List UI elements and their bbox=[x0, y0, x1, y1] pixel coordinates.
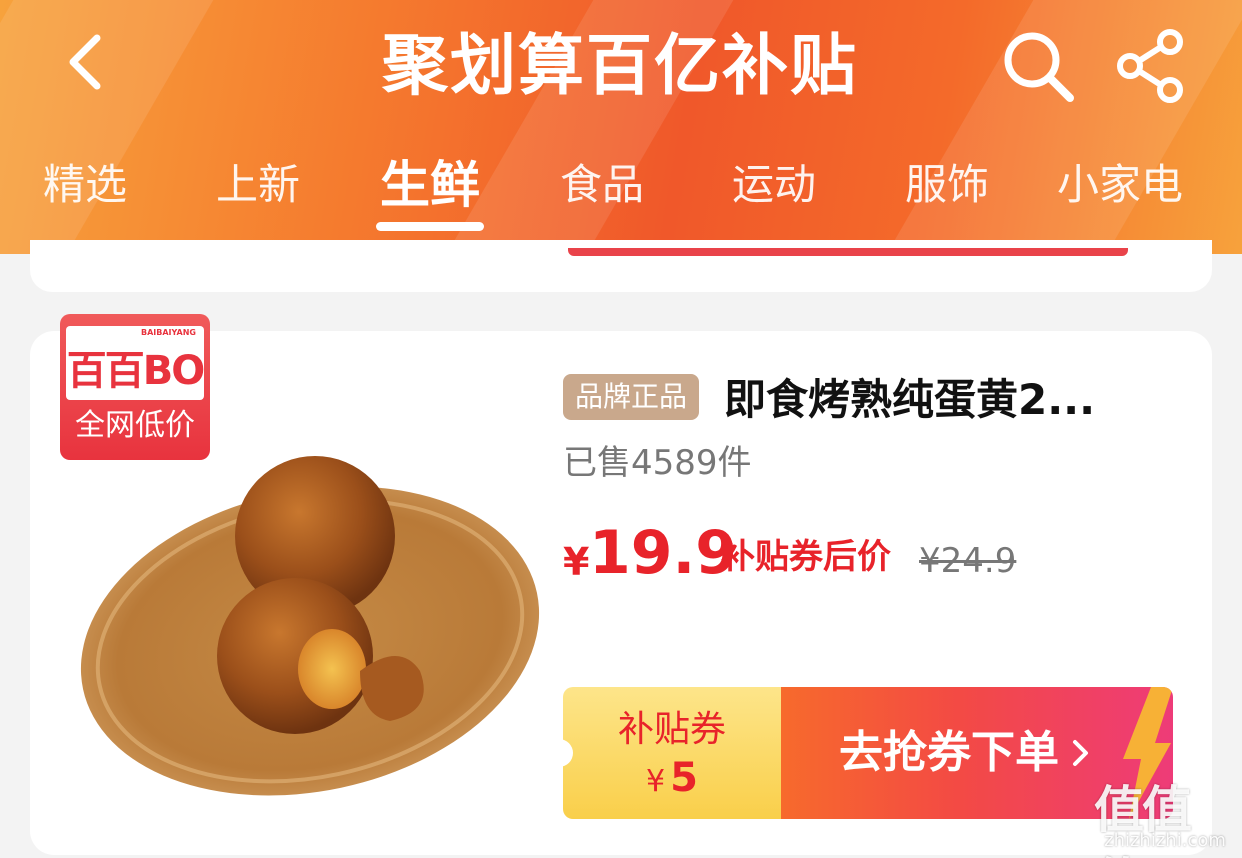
brand-logo-subtext: BAIBAIYANG bbox=[140, 328, 196, 337]
tab-small-appliances[interactable]: 小家电 bbox=[1050, 150, 1190, 220]
tab-food[interactable]: 食品 bbox=[547, 150, 657, 220]
active-tab-indicator bbox=[376, 222, 484, 231]
price-currency: ¥ bbox=[563, 540, 590, 584]
sold-count: 已售4589件 bbox=[563, 443, 752, 483]
coupon-amount-row: ¥ 5 bbox=[563, 755, 781, 801]
chevron-right-icon bbox=[1073, 740, 1088, 766]
watermark-logo: 值值值 bbox=[1094, 780, 1192, 858]
tab-selected[interactable]: 精选 bbox=[30, 150, 140, 220]
tab-apparel[interactable]: 服饰 bbox=[892, 150, 1002, 220]
page-title: 聚划算百亿补贴 bbox=[382, 27, 858, 104]
site-watermark: 值值值 zhizhizhi.com bbox=[1090, 770, 1240, 858]
brand-logo-text: 百百BO bbox=[66, 348, 206, 394]
price-value: 19.9 bbox=[589, 518, 738, 588]
coupon-currency: ¥ bbox=[645, 764, 666, 799]
back-button[interactable] bbox=[55, 32, 115, 92]
tab-sports[interactable]: 运动 bbox=[719, 150, 829, 220]
original-price: ¥24.9 bbox=[919, 541, 1017, 581]
brand-logo: BAIBAIYANG 百百BO bbox=[66, 326, 206, 400]
product-title[interactable]: 即食烤熟纯蛋黄2... bbox=[724, 370, 1174, 430]
coupon-label: 补贴券 bbox=[617, 709, 726, 750]
share-button[interactable] bbox=[1112, 28, 1192, 104]
coupon-cta-label: 去抢券下单 bbox=[839, 727, 1059, 778]
coupon-amount: 5 bbox=[670, 755, 699, 801]
category-tabs: 精选 上新 生鲜 食品 运动 服饰 小家电 bbox=[0, 140, 1242, 250]
brand-badge: BAIBAIYANG 百百BO 全网低价 bbox=[60, 314, 210, 460]
coupon-ticket: 补贴券 ¥ 5 bbox=[555, 687, 781, 819]
lowest-price-label: 全网低价 bbox=[75, 408, 195, 443]
previous-product-card bbox=[30, 240, 1212, 292]
watermark-url: zhizhizhi.com bbox=[1104, 830, 1226, 851]
tab-new[interactable]: 上新 bbox=[203, 150, 313, 220]
authentic-tag: 品牌正品 bbox=[563, 374, 700, 420]
header: 聚划算百亿补贴 精选 上新 生鲜 食品 运动 服饰 小家电 bbox=[0, 0, 1242, 254]
tab-fresh[interactable]: 生鲜 bbox=[368, 150, 492, 220]
share-icon bbox=[1117, 29, 1183, 103]
coupon-buy-button[interactable]: 补贴券 ¥ 5 去抢券下单 bbox=[555, 687, 1173, 819]
search-button[interactable] bbox=[1000, 28, 1076, 104]
search-icon bbox=[1004, 32, 1074, 102]
previous-card-button-edge bbox=[568, 248, 1128, 256]
price-label: 补贴券后价 bbox=[721, 537, 891, 577]
top-bar: 聚划算百亿补贴 bbox=[0, 0, 1242, 135]
chevron-left-icon bbox=[69, 34, 101, 90]
